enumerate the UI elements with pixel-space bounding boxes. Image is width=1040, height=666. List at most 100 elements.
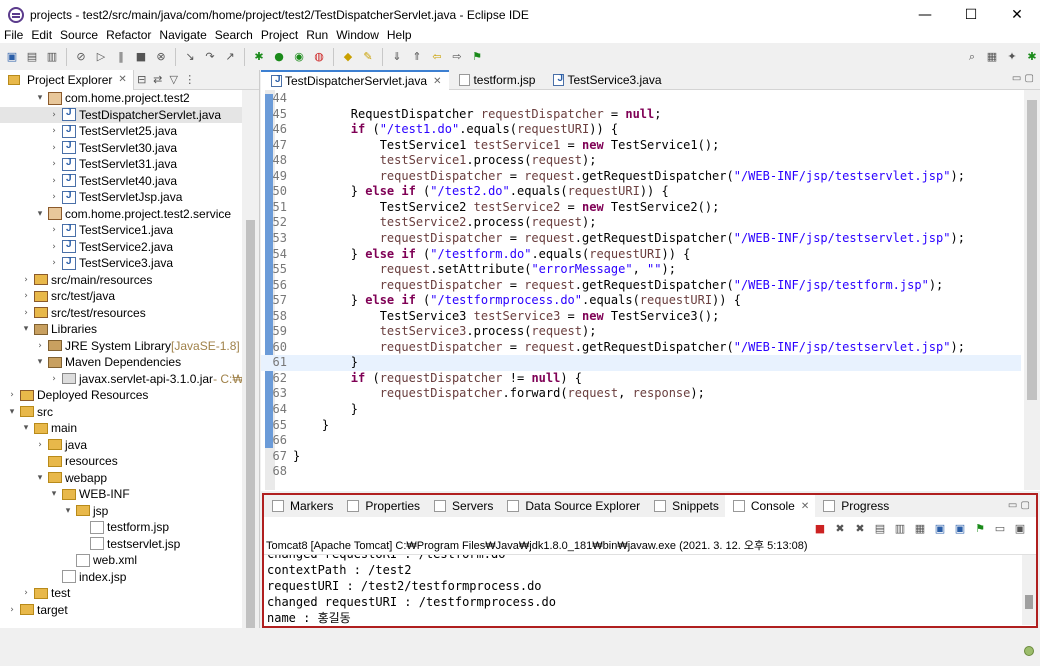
tree-item[interactable]: ▾ Maven Dependencies <box>0 354 259 371</box>
tree-item[interactable]: › TestService1.java <box>0 222 259 239</box>
tree-item[interactable]: ▾ com.home.project.test2.service <box>0 206 259 223</box>
tab-snippets[interactable]: Snippets <box>646 495 725 517</box>
chevron-right-icon[interactable]: › <box>48 126 60 136</box>
open-type-icon[interactable]: ◆ <box>340 49 356 65</box>
chevron-right-icon[interactable]: › <box>20 588 32 598</box>
project-explorer-scrollbar[interactable] <box>242 90 259 656</box>
tree-item[interactable]: ▾ Libraries <box>0 321 259 338</box>
tree-item[interactable]: › TestService3.java <box>0 255 259 272</box>
tree-item[interactable]: resources <box>0 453 259 470</box>
remove-all-icon[interactable]: ✖ <box>852 520 868 536</box>
java-ee-perspective-icon[interactable]: ✦ <box>1004 49 1020 65</box>
chevron-right-icon[interactable]: › <box>20 291 32 301</box>
tree-item[interactable]: › src/test/resources <box>0 305 259 322</box>
terminate-icon[interactable]: ■ <box>133 49 149 65</box>
step-over-icon[interactable]: ↷ <box>202 49 218 65</box>
tree-item[interactable]: › TestServlet30.java <box>0 140 259 157</box>
close-icon[interactable]: ✕ <box>801 501 809 512</box>
external-tools-icon[interactable]: ◍ <box>311 49 327 65</box>
minimize-maximize-icon[interactable]: ▭ ▢ <box>1008 500 1030 511</box>
chevron-right-icon[interactable]: › <box>48 110 60 120</box>
back-icon[interactable]: ⇦ <box>429 49 445 65</box>
menu-edit[interactable]: Edit <box>27 29 56 43</box>
code-editor[interactable]: 44 45 RequestDispatcher requestDispatcher… <box>261 90 1040 490</box>
tree-item[interactable]: › test <box>0 585 259 602</box>
step-return-icon[interactable]: ↗ <box>222 49 238 65</box>
tree-item[interactable]: › TestServlet40.java <box>0 173 259 190</box>
tab-properties[interactable]: Properties <box>339 495 426 517</box>
tree-item[interactable]: › Deployed Resources <box>0 387 259 404</box>
minimize-maximize-icon[interactable]: ▭ ▢ <box>1012 73 1034 84</box>
debug-perspective-icon[interactable]: ✱ <box>1024 49 1040 65</box>
terminate-icon[interactable]: ■ <box>812 520 828 536</box>
chevron-down-icon[interactable]: ▾ <box>48 489 60 499</box>
menu-run[interactable]: Run <box>302 29 332 43</box>
tree-item[interactable]: ▾ com.home.project.test2 <box>0 90 259 107</box>
tree-item[interactable]: ▾ main <box>0 420 259 437</box>
chevron-right-icon[interactable]: › <box>48 159 60 169</box>
step-into-icon[interactable]: ↘ <box>182 49 198 65</box>
next-annotation-icon[interactable]: ⇓ <box>389 49 405 65</box>
tree-item[interactable]: › TestServletJsp.java <box>0 189 259 206</box>
tree-item[interactable]: › java <box>0 437 259 454</box>
pin-editor-icon[interactable]: ⚑ <box>469 49 485 65</box>
chevron-right-icon[interactable]: › <box>48 242 60 252</box>
chevron-right-icon[interactable]: › <box>48 176 60 186</box>
debug-icon[interactable]: ✱ <box>251 49 267 65</box>
tree-item[interactable]: › TestService2.java <box>0 239 259 256</box>
menu-window[interactable]: Window <box>332 29 383 43</box>
menu-search[interactable]: Search <box>211 29 257 43</box>
disconnect-icon[interactable]: ⊗ <box>153 49 169 65</box>
chevron-down-icon[interactable]: ▾ <box>34 93 46 103</box>
chevron-right-icon[interactable]: › <box>6 390 18 400</box>
tab-project-explorer[interactable]: Project Explorer ✕ <box>0 69 134 90</box>
save-all-icon[interactable]: ▥ <box>44 49 60 65</box>
clear-console-icon[interactable]: ▤ <box>872 520 888 536</box>
tree-item[interactable]: index.jsp <box>0 569 259 586</box>
tree-item[interactable]: › JRE System Library [JavaSE-1.8] <box>0 338 259 355</box>
tree-item[interactable]: › TestDispatcherServlet.java <box>0 106 259 123</box>
chevron-right-icon[interactable]: › <box>34 341 46 351</box>
show-stderr-icon[interactable]: ▣ <box>952 520 968 536</box>
console-scrollbar[interactable] <box>1022 555 1036 625</box>
minimize-button[interactable]: — <box>902 0 948 29</box>
chevron-right-icon[interactable]: › <box>20 275 32 285</box>
tree-item[interactable]: › TestServlet31.java <box>0 156 259 173</box>
menu-refactor[interactable]: Refactor <box>102 29 155 43</box>
chevron-down-icon[interactable]: ▾ <box>34 357 46 367</box>
tree-item[interactable]: › javax.servlet-api-3.1.0.jar - C:₩U <box>0 371 259 388</box>
tab-testform-jsp[interactable]: testform.jsp <box>449 70 543 90</box>
tree-item[interactable]: ▾ WEB-INF <box>0 486 259 503</box>
tree-item[interactable]: › src/main/resources <box>0 272 259 289</box>
menu-source[interactable]: Source <box>56 29 102 43</box>
chevron-down-icon[interactable]: ▾ <box>34 209 46 219</box>
display-console-icon[interactable]: ▭ <box>992 520 1008 536</box>
quick-access-icon[interactable]: ⌕ <box>964 49 980 65</box>
chevron-right-icon[interactable]: › <box>48 374 60 384</box>
chevron-right-icon[interactable]: › <box>48 143 60 153</box>
forward-icon[interactable]: ⇨ <box>449 49 465 65</box>
chevron-right-icon[interactable]: › <box>48 225 60 235</box>
tab-servers[interactable]: Servers <box>426 495 499 517</box>
tab-testdispatcherservlet[interactable]: TestDispatcherServlet.java ✕ <box>261 70 450 90</box>
menu-project[interactable]: Project <box>257 29 302 43</box>
chevron-down-icon[interactable]: ▾ <box>20 423 32 433</box>
coverage-icon[interactable]: ◉ <box>291 49 307 65</box>
link-editor-icon[interactable]: ⇄ <box>150 72 166 88</box>
chevron-down-icon[interactable]: ▾ <box>20 324 32 334</box>
filter-icon[interactable]: ▽ <box>166 72 182 88</box>
resume-icon[interactable]: ▷ <box>93 49 109 65</box>
tree-item[interactable]: testform.jsp <box>0 519 259 536</box>
chevron-down-icon[interactable]: ▾ <box>34 473 46 483</box>
tree-item[interactable]: › target <box>0 602 259 619</box>
tab-console[interactable]: Console ✕ <box>724 495 816 517</box>
close-icon[interactable]: ✕ <box>118 74 126 85</box>
editor-scrollbar[interactable] <box>1024 90 1040 490</box>
collapse-all-icon[interactable]: ⊟ <box>134 72 150 88</box>
scroll-lock-icon[interactable]: ▥ <box>892 520 908 536</box>
chevron-right-icon[interactable]: › <box>6 605 18 615</box>
tree-item[interactable]: ▾ src <box>0 404 259 421</box>
chevron-down-icon[interactable]: ▾ <box>6 407 18 417</box>
view-menu-icon[interactable]: ⋮ <box>182 72 198 88</box>
tree-item[interactable]: ▾ webapp <box>0 470 259 487</box>
